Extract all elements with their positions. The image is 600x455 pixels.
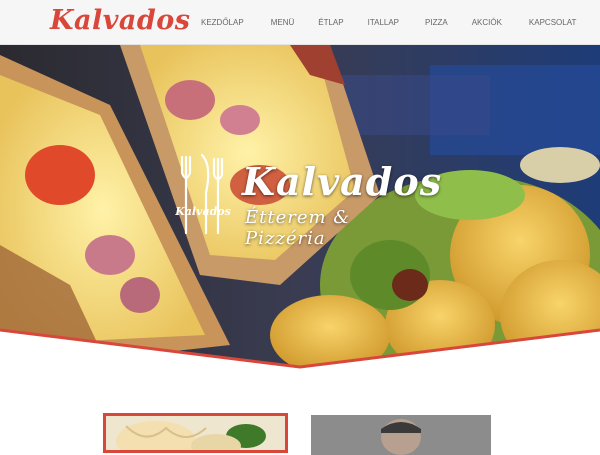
hero-banner: Kalvados Kalvados Étterem & Pizzéria [0, 45, 600, 370]
chef-photo [311, 415, 491, 455]
nav-item-pizza[interactable]: PIZZA [425, 18, 448, 27]
nav-item-contact[interactable]: KAPCSOLAT [529, 18, 576, 27]
hero-subtitle: Étterem & Pizzéria [245, 207, 351, 249]
nav-item-home[interactable]: KEZDŐLAP [201, 18, 244, 27]
hero-brand: Kalvados Kalvados Étterem & Pizzéria [172, 153, 441, 273]
chef-card-image[interactable] [311, 415, 491, 455]
nav-item-food-menu[interactable]: ÉTLAP [318, 18, 343, 27]
emblem-label: Kalvados [174, 205, 231, 218]
cutlery-emblem-icon: Kalvados [174, 153, 231, 235]
nav-item-offers[interactable]: AKCIÓK [472, 18, 502, 27]
pasta-card-image[interactable] [103, 413, 288, 453]
hero-title: Kalvados [242, 159, 443, 204]
main-nav: KEZDŐLAP MENÜ ÉTLAP ITALLAP PIZZA AKCIÓK… [188, 0, 576, 45]
pasta-photo [106, 416, 285, 450]
nav-item-drinks[interactable]: ITALLAP [368, 18, 399, 27]
top-navbar: Kalvados KEZDŐLAP MENÜ ÉTLAP ITALLAP PIZ… [0, 0, 600, 45]
nav-item-menu[interactable]: MENÜ [271, 18, 295, 27]
site-logo[interactable]: Kalvados [50, 5, 191, 36]
